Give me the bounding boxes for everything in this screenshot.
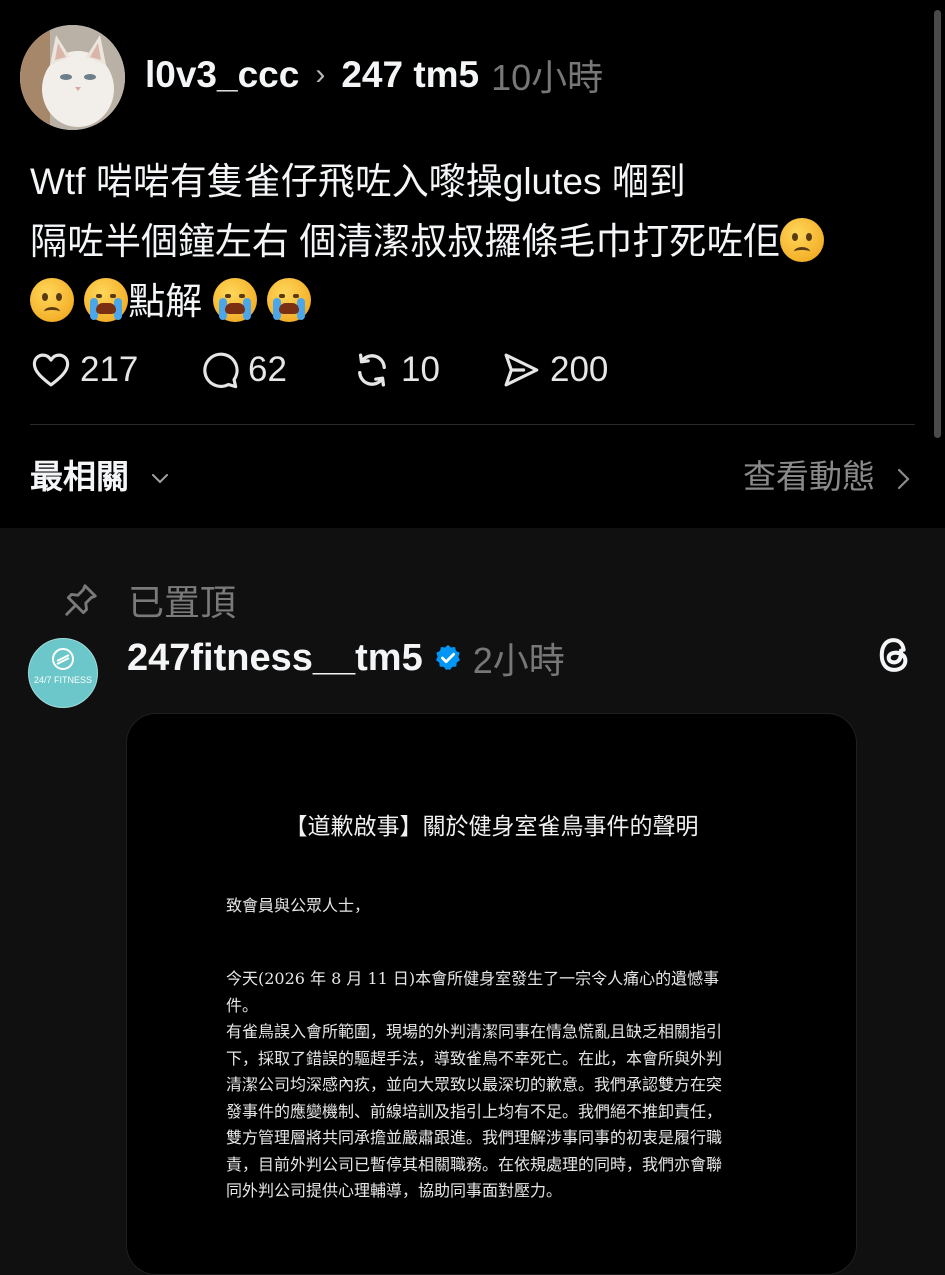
post-text-line-3-word: 點解 <box>128 281 203 322</box>
reply-time: 2小時 <box>472 640 565 681</box>
heart-icon <box>32 353 70 387</box>
post-text-line-3: 點解 <box>30 272 910 332</box>
worried-face-icon <box>30 278 74 322</box>
share-button[interactable]: 200 <box>500 348 608 392</box>
post-header: l0v3_ccc › 247 tm5 10小時 <box>145 50 603 100</box>
loudly-crying-face-icon <box>266 278 311 322</box>
repost-icon <box>358 353 386 387</box>
like-count: 217 <box>80 350 139 389</box>
verified-badge-icon <box>435 644 460 670</box>
post-text: Wtf 啱啱有隻雀仔飛咗入嚟操glutes 嗰到 隔咗半個鐘左右 個清潔叔叔攞條… <box>30 152 910 332</box>
loudly-crying-face-icon <box>84 278 129 322</box>
like-button[interactable]: 217 <box>30 348 138 392</box>
reply-avatar[interactable]: 24/7 FITNESS <box>28 638 98 708</box>
share-count: 200 <box>550 350 609 389</box>
divider <box>30 424 915 425</box>
cat-photo <box>20 25 125 130</box>
community-name[interactable]: 247 tm5 <box>341 54 479 96</box>
statement-title: 【道歉啟事】關於健身室雀鳥事件的聲明 <box>284 814 699 840</box>
statement-greeting: 致會員與公眾人士， <box>226 896 371 915</box>
post-username[interactable]: l0v3_ccc <box>145 54 299 96</box>
statement-line: 雙方管理層將共同承擔並嚴肅跟進。我們理解涉事同事的初衷是履行職 <box>226 1128 723 1147</box>
repost-count: 10 <box>401 350 440 389</box>
statement-line: 今天(2026 年 8 月 11 日)本會所健身室發生了一宗令人痛心的遺憾事件。 <box>226 969 720 1015</box>
statement-line: 下，採取了錯誤的驅趕手法，導致雀鳥不幸死亡。在此，本會所與外判 <box>226 1048 723 1068</box>
statement-line: 責，目前外判公司已暫停其相關職務。在依規處理的同時，我們亦會聯 <box>226 1154 723 1174</box>
gym-logo-icon: 24/7 FITNESS <box>30 640 96 706</box>
sort-label: 最相關 <box>30 458 129 495</box>
comment-button[interactable]: 62 <box>198 348 287 392</box>
chevron-right-icon: › <box>315 58 326 91</box>
post-text-line-2: 隔咗半個鐘左右 個清潔叔叔攞條毛巾打死咗佢 <box>30 212 910 272</box>
statement-line: 發事件的應變機制、前線培訓及指引上均有不足。我們絕不推卸責任， <box>226 1101 723 1121</box>
statement-line: 同外判公司提供心理輔導，協助同事面對壓力。 <box>226 1181 563 1200</box>
chevron-down-icon <box>152 474 169 484</box>
view-activity-label: 查看動態 <box>743 458 875 495</box>
scrollbar[interactable] <box>934 10 941 438</box>
worried-face-icon <box>780 218 825 262</box>
pin-icon <box>65 584 97 616</box>
view-activity-link[interactable]: 查看動態 <box>743 452 875 502</box>
post-container: l0v3_ccc › 247 tm5 10小時 Wtf 啱啱有隻雀仔飛咗入嚟操g… <box>0 0 945 528</box>
statement-body: 今天(2026 年 8 月 11 日)本會所健身室發生了一宗令人痛心的遺憾事件。… <box>226 966 746 1205</box>
repost-button[interactable]: 10 <box>351 348 440 392</box>
post-text-line-1: Wtf 啱啱有隻雀仔飛咗入嚟操glutes 嗰到 <box>30 161 686 202</box>
post-time: 10小時 <box>491 57 604 98</box>
comment-count: 62 <box>248 350 287 389</box>
loudly-crying-face-icon <box>212 278 257 322</box>
comment-icon <box>203 352 239 389</box>
reply-header: 247fitness__tm5 2小時 <box>127 632 565 684</box>
post-text-line-2-text: 隔咗半個鐘左右 個清潔叔叔攞條毛巾打死咗佢 <box>30 221 781 262</box>
sort-dropdown[interactable]: 最相關 <box>30 452 172 502</box>
statement-image[interactable]: 【道歉啟事】關於健身室雀鳥事件的聲明 致會員與公眾人士， 今天(2026 年 8… <box>126 713 857 1275</box>
user-avatar[interactable] <box>20 25 125 130</box>
statement-line: 有雀鳥誤入會所範圍，現場的外判清潔同事在情急慌亂且缺乏相關指引 <box>226 1022 723 1041</box>
threads-logo-icon[interactable] <box>873 632 915 678</box>
sort-bar: 最相關 查看動態 <box>30 452 915 502</box>
pinned-indicator: 已置頂 <box>62 575 236 625</box>
chevron-right-icon[interactable] <box>893 464 915 494</box>
reply-username[interactable]: 247fitness__tm5 <box>127 637 423 680</box>
avatar-text: 24/7 FITNESS <box>34 675 92 685</box>
send-icon <box>504 353 539 387</box>
statement-line: 清潔公司均深感內疚，並向大眾致以最深切的歉意。我們承認雙方在突 <box>226 1075 723 1094</box>
pinned-label: 已置頂 <box>128 582 237 623</box>
